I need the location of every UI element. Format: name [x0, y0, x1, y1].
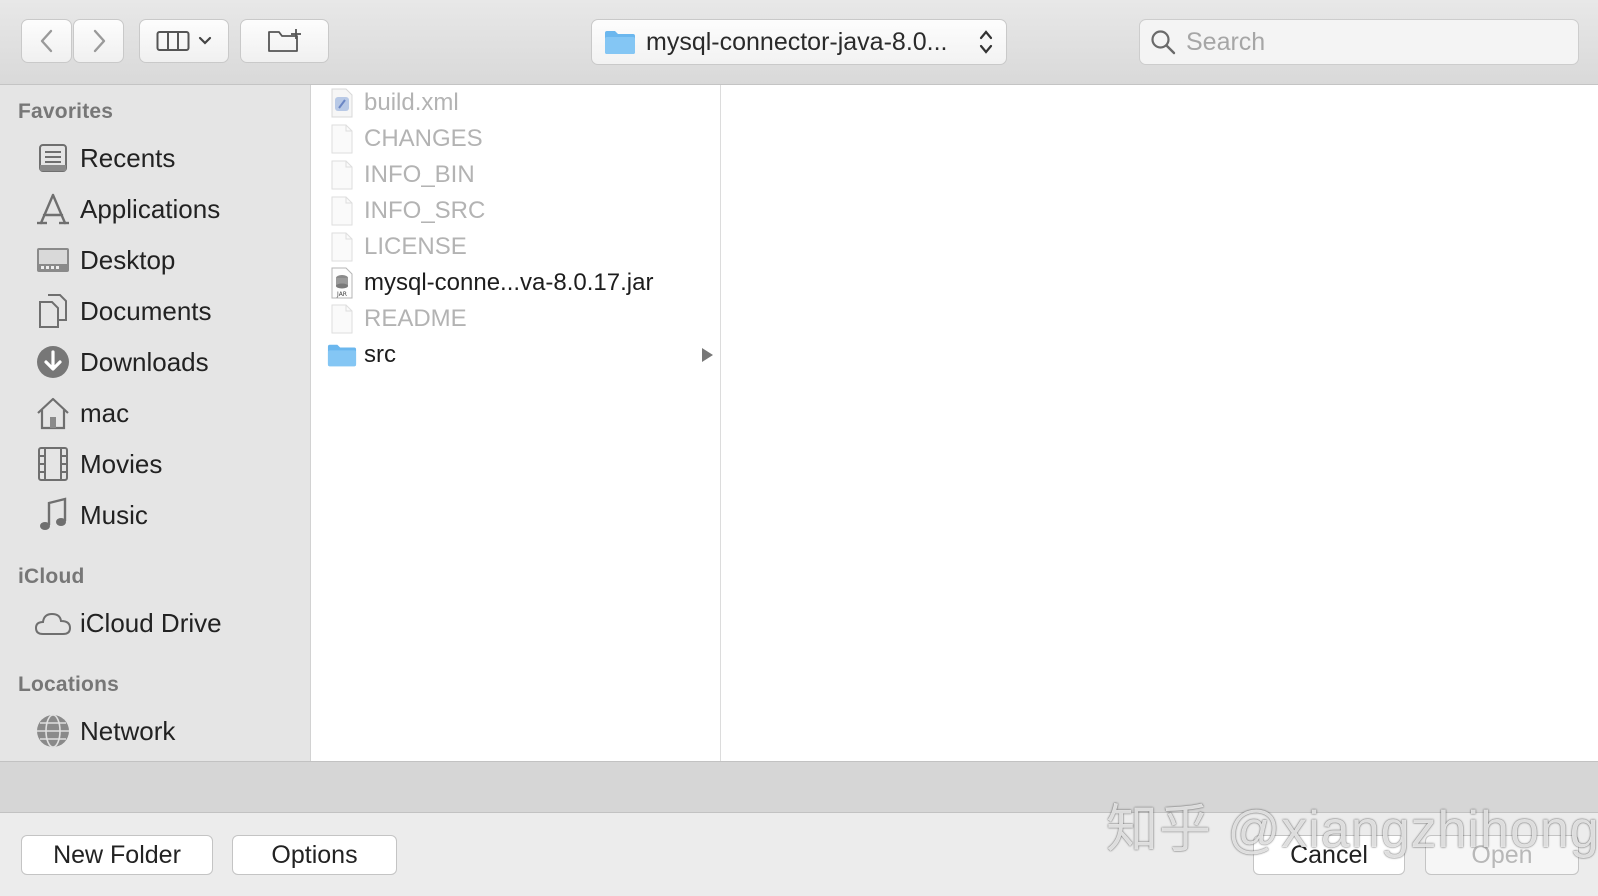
file-name: README — [364, 305, 467, 332]
sidebar: Favorites Recents Applications Desktop D… — [0, 85, 311, 761]
chevron-left-icon — [40, 29, 52, 53]
file-name: CHANGES — [364, 125, 483, 152]
sidebar-item-network[interactable]: Network — [34, 708, 175, 754]
home-icon — [34, 394, 72, 432]
sidebar-item-label: Network — [80, 715, 176, 746]
up-down-chevron-icon — [979, 30, 993, 54]
file-name: INFO_BIN — [364, 161, 475, 188]
document-icon — [327, 302, 357, 336]
documents-icon — [34, 292, 72, 330]
applications-icon — [34, 190, 72, 228]
file-name: INFO_SRC — [364, 197, 486, 224]
file-row-jar[interactable]: JAR mysql-conne...va-8.0.17.jar — [311, 265, 720, 301]
music-icon — [34, 496, 72, 534]
desktop-icon — [34, 241, 72, 279]
file-row-changes[interactable]: CHANGES — [311, 121, 720, 157]
sidebar-item-music[interactable]: Music — [34, 492, 148, 538]
cloud-icon — [34, 604, 72, 642]
sidebar-item-recents[interactable]: Recents — [34, 135, 175, 181]
folder-icon — [327, 338, 357, 372]
downloads-icon — [34, 343, 72, 381]
view-mode-button[interactable] — [139, 19, 229, 63]
file-column: build.xml CHANGES INFO_BIN INFO_SRC LICE… — [311, 85, 721, 761]
file-row-info-src[interactable]: INFO_SRC — [311, 193, 720, 229]
locations-heading: Locations — [18, 673, 119, 696]
file-name: mysql-conne...va-8.0.17.jar — [364, 269, 654, 296]
path-label: mysql-connector-java-8.0... — [646, 27, 948, 56]
file-row-info-bin[interactable]: INFO_BIN — [311, 157, 720, 193]
disclosure-arrow-icon — [702, 348, 713, 362]
svg-text:JAR: JAR — [336, 291, 347, 298]
preview-column — [721, 85, 1598, 761]
file-row-license[interactable]: LICENSE — [311, 229, 720, 265]
recents-icon — [34, 139, 72, 177]
favorites-heading: Favorites — [18, 100, 114, 123]
sidebar-item-applications[interactable]: Applications — [34, 186, 220, 232]
search-input[interactable] — [1184, 26, 1568, 58]
chevron-down-icon — [198, 36, 212, 45]
new-folder-toolbar-button[interactable] — [240, 19, 329, 63]
xml-file-icon — [327, 86, 357, 120]
file-row-build-xml[interactable]: build.xml — [311, 85, 720, 121]
search-field[interactable] — [1139, 19, 1579, 65]
file-row-src[interactable]: src — [311, 337, 720, 373]
sidebar-item-documents[interactable]: Documents — [34, 288, 212, 334]
sidebar-item-label: Music — [80, 499, 148, 530]
document-icon — [327, 230, 357, 264]
document-icon — [327, 158, 357, 192]
toolbar: mysql-connector-java-8.0... — [0, 0, 1598, 85]
sidebar-item-label: Movies — [80, 448, 163, 479]
sidebar-item-label: Documents — [80, 295, 212, 326]
sidebar-item-label: Desktop — [80, 244, 176, 275]
document-icon — [327, 194, 357, 228]
back-button[interactable] — [21, 19, 72, 63]
jar-file-icon: JAR — [327, 266, 357, 300]
icloud-heading: iCloud — [18, 565, 85, 588]
file-name: build.xml — [364, 89, 459, 116]
document-icon — [327, 122, 357, 156]
new-folder-icon — [267, 29, 301, 52]
sidebar-item-label: Applications — [80, 193, 221, 224]
folder-icon — [605, 31, 635, 54]
path-popup[interactable]: mysql-connector-java-8.0... — [591, 19, 1007, 65]
forward-button[interactable] — [73, 19, 124, 63]
columns-view-icon — [156, 31, 190, 51]
options-button[interactable]: Options — [232, 835, 397, 875]
file-row-readme[interactable]: README — [311, 301, 720, 337]
sidebar-item-downloads[interactable]: Downloads — [34, 339, 209, 385]
chevron-right-icon — [93, 29, 105, 53]
sidebar-item-label: iCloud Drive — [80, 607, 222, 638]
network-icon — [34, 712, 72, 750]
sidebar-item-label: Recents — [80, 142, 176, 173]
sidebar-item-label: Downloads — [80, 346, 209, 377]
sidebar-item-icloud-drive[interactable]: iCloud Drive — [34, 600, 222, 646]
movies-icon — [34, 445, 72, 483]
sidebar-item-movies[interactable]: Movies — [34, 441, 162, 487]
file-name: src — [364, 341, 396, 368]
sidebar-item-mac[interactable]: mac — [34, 390, 129, 436]
new-folder-button[interactable]: New Folder — [21, 835, 213, 875]
sidebar-item-label: mac — [80, 397, 130, 428]
sidebar-item-desktop[interactable]: Desktop — [34, 237, 175, 283]
search-icon — [1151, 30, 1176, 55]
file-name: LICENSE — [364, 233, 467, 260]
watermark: 知乎 @xiangzhihong — [1106, 801, 1598, 859]
